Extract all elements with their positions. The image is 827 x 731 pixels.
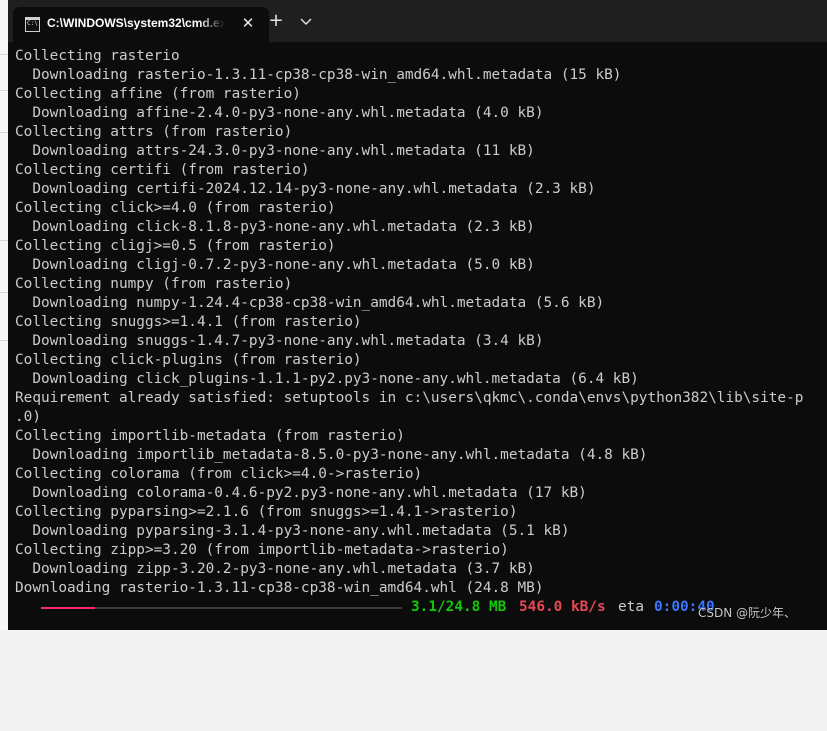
- terminal-line: Collecting zipp>=3.20 (from importlib-me…: [15, 542, 509, 558]
- terminal-line: Downloading attrs-24.3.0-py3-none-any.wh…: [15, 143, 535, 159]
- terminal-line: Collecting click>=4.0 (from rasterio): [15, 200, 336, 216]
- plus-icon[interactable]: +: [266, 11, 286, 31]
- terminal-line: Collecting click-plugins (from rasterio): [15, 352, 362, 368]
- progress-bar-fill: [41, 607, 96, 609]
- title-bar: C:\ C:\WINDOWS\system32\cmd.exe ✕ +: [8, 0, 827, 42]
- progress-size-text: 3.1/24.8 MB: [411, 599, 507, 615]
- terminal-line: Downloading affine-2.4.0-py3-none-any.wh…: [15, 105, 544, 121]
- terminal-line: Requirement already satisfied: setuptool…: [15, 390, 804, 406]
- terminal-line: Downloading certifi-2024.12.14-py3-none-…: [15, 181, 596, 197]
- terminal-line: Downloading rasterio-1.3.11-cp38-cp38-wi…: [15, 67, 622, 83]
- terminal-line: Downloading colorama-0.4.6-py2.py3-none-…: [15, 485, 587, 501]
- terminal-line: Downloading importlib_metadata-8.5.0-py3…: [15, 447, 648, 463]
- terminal-line: Collecting snuggs>=1.4.1 (from rasterio): [15, 314, 362, 330]
- terminal-line: Collecting cligj>=0.5 (from rasterio): [15, 238, 336, 254]
- terminal-line: Downloading pyparsing-3.1.4-py3-none-any…: [15, 523, 570, 539]
- tab-title: C:\WINDOWS\system32\cmd.exe: [47, 16, 225, 30]
- divider: [0, 132, 8, 133]
- divider: [0, 340, 8, 341]
- chevron-down-icon[interactable]: [296, 11, 316, 31]
- terminal-app-icon: C:\: [25, 17, 40, 32]
- terminal-line: Collecting certifi (from rasterio): [15, 162, 310, 178]
- progress-eta-label: eta: [618, 599, 644, 615]
- terminal-line: Collecting pyparsing>=2.1.6 (from snuggs…: [15, 504, 518, 520]
- watermark: CSDN @阮少年、: [698, 606, 797, 620]
- terminal-line: Downloading click-8.1.8-py3-none-any.whl…: [15, 219, 535, 235]
- close-icon[interactable]: ✕: [239, 14, 257, 32]
- divider: [0, 240, 8, 241]
- divider: [0, 292, 8, 293]
- progress-rate-text: 546.0 kB/s: [519, 599, 606, 615]
- terminal-line: Downloading snuggs-1.4.7-py3-none-any.wh…: [15, 333, 544, 349]
- terminal-output[interactable]: Collecting rasterio Downloading rasterio…: [15, 47, 827, 607]
- terminal-line: Downloading cligj-0.7.2-py3-none-any.whl…: [15, 257, 535, 273]
- terminal-line: Downloading click_plugins-1.1.1-py2.py3-…: [15, 371, 639, 387]
- terminal-line: .0): [15, 409, 41, 425]
- divider: [0, 90, 8, 91]
- terminal-line: Collecting numpy (from rasterio): [15, 276, 293, 292]
- terminal-line: Collecting importlib-metadata (from rast…: [15, 428, 405, 444]
- terminal-window: C:\ C:\WINDOWS\system32\cmd.exe ✕ + Coll…: [8, 0, 827, 630]
- tab-cmd[interactable]: C:\ C:\WINDOWS\system32\cmd.exe ✕: [13, 7, 269, 42]
- terminal-line: Collecting rasterio: [15, 48, 180, 64]
- terminal-line: Downloading rasterio-1.3.11-cp38-cp38-wi…: [15, 580, 544, 596]
- divider: [0, 54, 8, 55]
- terminal-line: Downloading zipp-3.20.2-py3-none-any.whl…: [15, 561, 535, 577]
- terminal-line: Downloading numpy-1.24.4-cp38-cp38-win_a…: [15, 295, 605, 311]
- terminal-line: Collecting attrs (from rasterio): [15, 124, 293, 140]
- progress-bar: [41, 607, 402, 609]
- terminal-line: Collecting colorama (from click>=4.0->ra…: [15, 466, 423, 482]
- terminal-line: Collecting affine (from rasterio): [15, 86, 301, 102]
